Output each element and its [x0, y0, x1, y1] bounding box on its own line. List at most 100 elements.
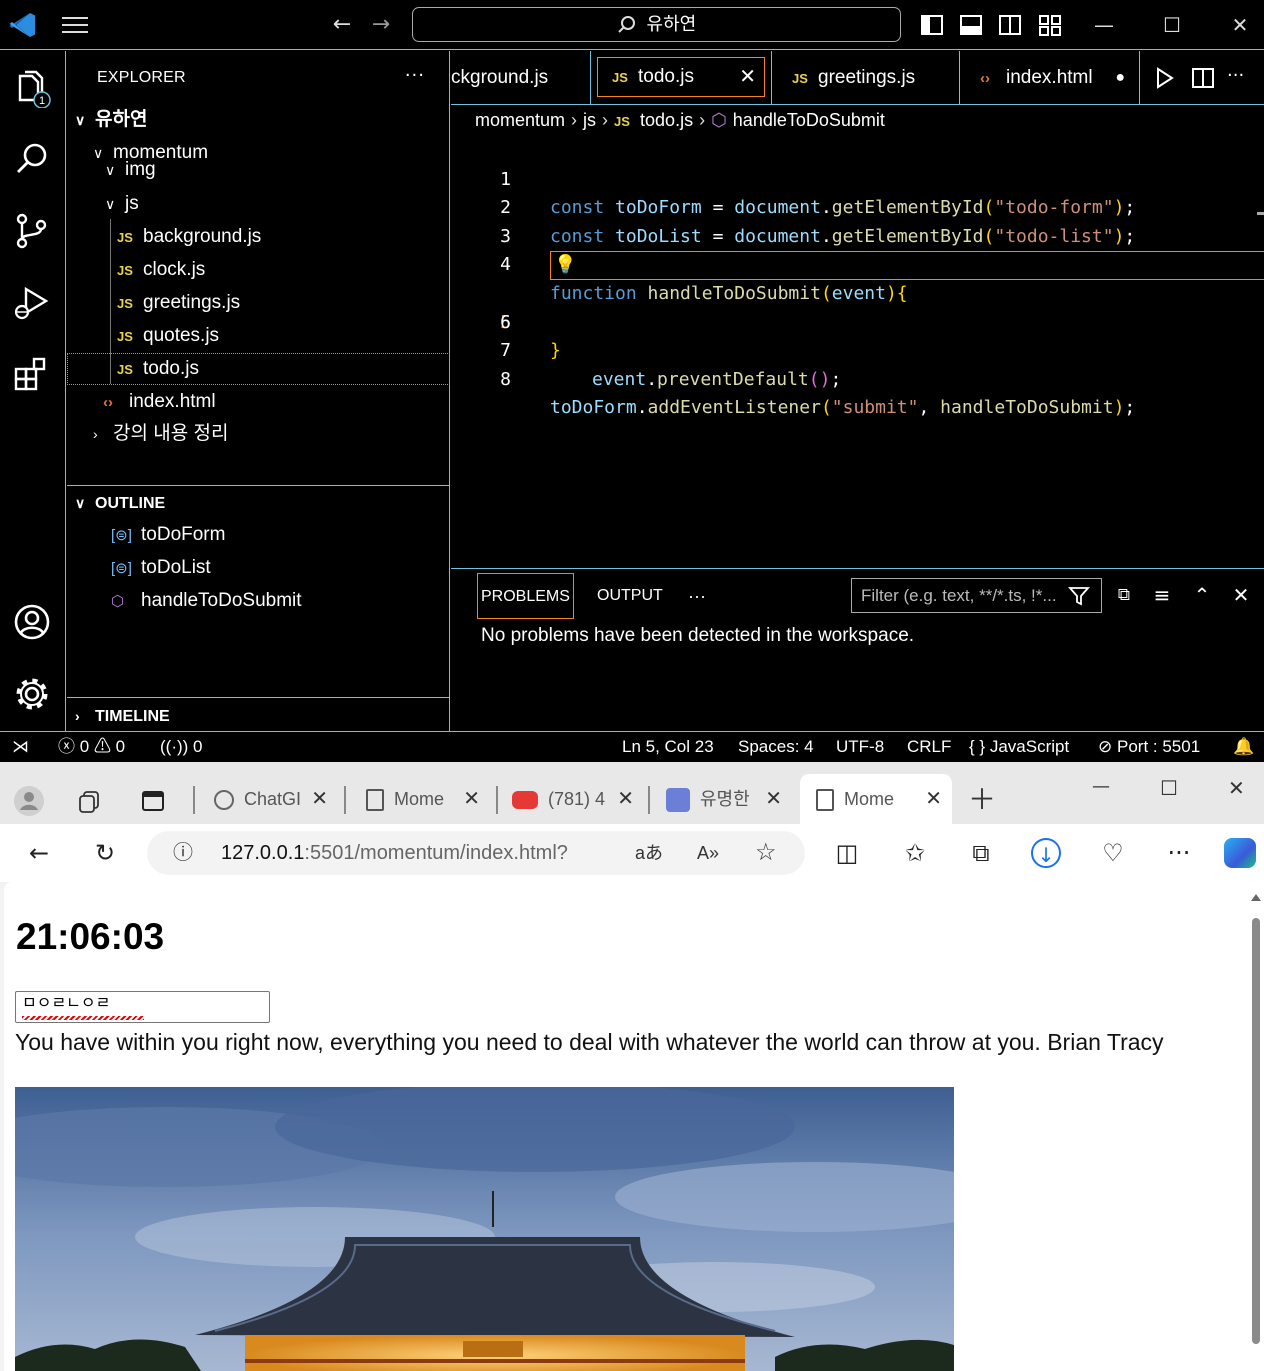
browser-tab[interactable]: (781) 4 ✕ — [508, 774, 644, 824]
accounts-icon[interactable] — [12, 602, 52, 642]
encoding[interactable]: UTF-8 — [836, 732, 884, 762]
folder-img[interactable]: ∨ img — [105, 159, 156, 181]
file-index-html[interactable]: ‹› index.html — [103, 387, 216, 417]
tab-greetings-js[interactable]: JS greetings.js — [772, 51, 960, 105]
file-background-js[interactable]: JS background.js — [117, 222, 261, 252]
downloads-icon[interactable]: ↓ — [1031, 838, 1061, 868]
forward-arrow-icon[interactable]: → — [368, 12, 394, 38]
close-tab-icon[interactable]: ✕ — [617, 774, 634, 824]
close-window-icon[interactable]: ✕ — [1227, 12, 1253, 38]
scroll-thumb[interactable] — [1252, 918, 1260, 1344]
command-center-search[interactable]: 유하연 — [412, 7, 901, 42]
breadcrumb-symbol[interactable]: handleToDoSubmit — [733, 110, 885, 130]
breadcrumb-subfolder[interactable]: js — [583, 110, 596, 130]
manage-gear-icon[interactable] — [12, 674, 52, 714]
toggle-primary-sidebar-icon[interactable] — [920, 13, 944, 37]
refresh-icon[interactable]: ↻ — [90, 838, 120, 868]
file-quotes-js[interactable]: JS quotes.js — [117, 321, 219, 351]
maximize-icon[interactable]: ☐ — [1159, 12, 1185, 38]
word-wrap-icon[interactable]: ≡ — [1151, 584, 1173, 606]
unsaved-dot-icon[interactable]: ● — [1115, 51, 1125, 105]
file-clock-js[interactable]: JS clock.js — [117, 255, 205, 285]
tab-index-html[interactable]: ‹› index.html ● — [960, 51, 1140, 105]
cursor-position[interactable]: Ln 5, Col 23 — [622, 732, 714, 762]
close-tab-icon[interactable]: ✕ — [925, 774, 942, 824]
page-scrollbar[interactable] — [1248, 882, 1264, 1371]
breadcrumb-folder[interactable]: momentum — [475, 110, 565, 130]
folder-notes[interactable]: › 강의 내용 정리 — [93, 419, 228, 449]
notifications-bell-icon[interactable]: 🔔 — [1233, 732, 1254, 762]
search-view-icon[interactable] — [12, 139, 52, 179]
outline-header[interactable]: ∨ OUTLINE — [67, 488, 450, 518]
browser-tab[interactable]: ChatGI ✕ — [208, 774, 338, 824]
scroll-up-arrow-icon[interactable] — [1251, 894, 1261, 901]
lightbulb-icon[interactable]: 💡 — [554, 251, 576, 280]
maximize-panel-icon[interactable]: ⌃ — [1191, 584, 1213, 606]
browser-essentials-icon[interactable]: ♡ — [1098, 838, 1128, 868]
editor-more-icon[interactable]: ··· — [1227, 65, 1244, 86]
profile-avatar-icon[interactable] — [14, 786, 44, 816]
problems-status[interactable]: ⓧ 0 ⚠ 0 — [58, 732, 125, 762]
run-debug-icon[interactable] — [12, 283, 52, 323]
timeline-header[interactable]: › TIMELINE — [67, 701, 450, 731]
back-arrow-icon[interactable]: ← — [24, 838, 54, 868]
address-bar[interactable]: ⓘ 127.0.0.1:5501/momentum/index.html? aあ… — [147, 831, 805, 875]
menu-icon[interactable] — [62, 14, 90, 36]
workspace-root[interactable]: ∨ 유하연 — [75, 105, 147, 135]
tab-output[interactable]: OUTPUT — [597, 573, 663, 619]
outline-item[interactable]: ⬡ handleToDoSubmit — [111, 586, 302, 616]
tab-background-js[interactable]: ckground.js — [451, 51, 591, 105]
file-greetings-js[interactable]: JS greetings.js — [117, 288, 240, 318]
browser-tab[interactable]: Mome ✕ — [360, 774, 490, 824]
indentation[interactable]: Spaces: 4 — [738, 732, 814, 762]
extensions-icon[interactable] — [12, 355, 52, 395]
close-window-icon[interactable]: ✕ — [1228, 776, 1245, 800]
maximize-icon[interactable]: ☐ — [1160, 776, 1178, 800]
favorites-icon[interactable]: ✩ — [900, 838, 930, 868]
todo-input[interactable]: ㅁㅇㄹㄴㅇㄹ — [15, 991, 270, 1023]
browser-tab-active[interactable]: Mome ✕ — [800, 774, 952, 824]
back-arrow-icon[interactable]: ← — [329, 12, 355, 38]
read-aloud-icon[interactable]: A» — [697, 831, 719, 875]
filter-funnel-icon[interactable] — [1068, 585, 1090, 607]
customize-layout-icon[interactable] — [1038, 13, 1062, 37]
end-of-line[interactable]: CRLF — [907, 732, 951, 762]
workspaces-icon[interactable] — [76, 788, 104, 816]
close-tab-icon[interactable]: ✕ — [463, 774, 480, 824]
collapse-all-icon[interactable]: ⧉ — [1113, 584, 1135, 606]
close-tab-icon[interactable]: ✕ — [765, 774, 782, 824]
collections-icon[interactable]: ⧉ — [966, 838, 996, 868]
panel-more-icon[interactable]: ··· — [688, 573, 706, 619]
remote-icon[interactable]: ⋊ — [12, 732, 29, 762]
code-editor[interactable]: 1 const toDoForm = document.getElementBy… — [451, 137, 1264, 418]
split-editor-icon[interactable] — [1190, 65, 1216, 91]
favorite-star-icon[interactable]: ☆ — [755, 831, 777, 875]
language-mode[interactable]: { } JavaScript — [969, 732, 1069, 762]
problems-filter-input[interactable]: Filter (e.g. text, **/*.ts, !*... — [851, 578, 1102, 613]
outline-item[interactable]: [⊜] toDoForm — [111, 520, 225, 550]
folder-js[interactable]: ∨ js — [105, 189, 139, 219]
toggle-secondary-sidebar-icon[interactable] — [998, 13, 1022, 37]
minimize-icon[interactable]: — — [1092, 776, 1110, 797]
minimize-icon[interactable]: — — [1091, 12, 1117, 38]
close-panel-icon[interactable]: ✕ — [1230, 584, 1252, 606]
outline-item[interactable]: [⊜] toDoList — [111, 553, 211, 583]
new-tab-icon[interactable]: ＋ — [968, 786, 996, 814]
settings-more-icon[interactable]: ··· — [1164, 838, 1194, 868]
site-info-icon[interactable]: ⓘ — [173, 831, 193, 875]
ports-status[interactable]: ((·)) 0 — [160, 732, 203, 762]
explorer-more-icon[interactable]: ··· — [405, 65, 425, 86]
browser-tab[interactable]: 유명한 ✕ — [662, 774, 792, 824]
copilot-icon[interactable] — [1224, 838, 1256, 868]
live-server-port[interactable]: ⊘ Port : 5501 — [1098, 732, 1200, 762]
toggle-panel-icon[interactable] — [959, 13, 983, 37]
tab-actions-icon[interactable] — [140, 788, 166, 814]
file-todo-js[interactable]: JS todo.js — [117, 354, 199, 384]
close-tab-icon[interactable]: ✕ — [311, 774, 328, 824]
source-control-icon[interactable] — [12, 211, 52, 251]
run-icon[interactable] — [1151, 65, 1177, 91]
tab-todo-js[interactable]: JS todo.js ✕ — [597, 57, 765, 97]
translate-icon[interactable]: aあ — [635, 831, 663, 875]
breadcrumb-file[interactable]: todo.js — [640, 110, 693, 130]
split-screen-icon[interactable]: ◫ — [832, 838, 862, 868]
